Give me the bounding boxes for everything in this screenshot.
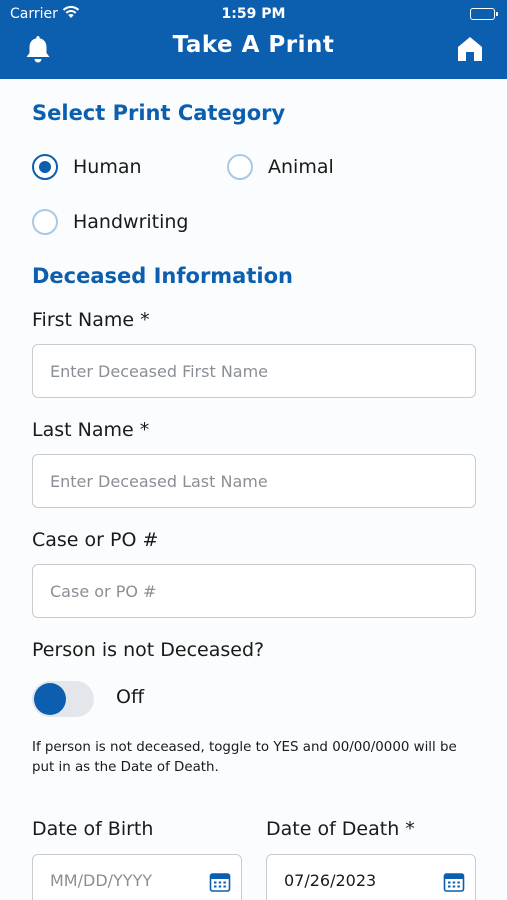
- toggle-knob: [34, 683, 66, 715]
- dob-placeholder: MM/DD/YYYY: [50, 871, 153, 890]
- radio-button-unchecked[interactable]: [32, 209, 58, 235]
- toggle-state-label: Off: [116, 686, 145, 708]
- dob-field[interactable]: MM/DD/YYYY: [32, 854, 242, 900]
- status-time: 1:59 PM: [221, 6, 286, 22]
- radio-button-checked[interactable]: [32, 154, 58, 180]
- home-icon[interactable]: [456, 35, 484, 63]
- deceased-section-title: Deceased Information: [32, 264, 293, 288]
- radio-handwriting[interactable]: Handwriting: [32, 209, 189, 235]
- category-section-title: Select Print Category: [32, 101, 286, 125]
- dod-field[interactable]: 07/26/2023: [266, 854, 476, 900]
- radio-human[interactable]: Human: [32, 154, 142, 180]
- not-deceased-label: Person is not Deceased?: [32, 639, 265, 661]
- not-deceased-toggle[interactable]: [32, 681, 94, 717]
- last-name-input[interactable]: [32, 454, 476, 508]
- dob-label: Date of Birth: [32, 818, 154, 840]
- last-name-label: Last Name *: [32, 419, 150, 441]
- dod-label: Date of Death *: [266, 818, 415, 840]
- radio-label-animal: Animal: [268, 156, 334, 178]
- page-title: Take A Print: [172, 32, 335, 58]
- radio-button-unchecked[interactable]: [227, 154, 253, 180]
- not-deceased-helper-text: If person is not deceased, toggle to YES…: [32, 740, 457, 775]
- battery-icon: [470, 8, 498, 20]
- form-content: Select Print Category Human Animal Handw…: [0, 79, 507, 900]
- radio-label-handwriting: Handwriting: [73, 211, 189, 233]
- case-po-input[interactable]: [32, 564, 476, 618]
- radio-animal[interactable]: Animal: [227, 154, 334, 180]
- first-name-label: First Name *: [32, 309, 150, 331]
- status-bar: Carrier 1:59 PM: [0, 0, 507, 28]
- top-bar: Carrier 1:59 PM Take A Print: [0, 0, 507, 79]
- case-po-label: Case or PO #: [32, 529, 159, 551]
- first-name-input[interactable]: [32, 344, 476, 398]
- dod-value: 07/26/2023: [284, 871, 377, 890]
- radio-label-human: Human: [73, 156, 142, 178]
- calendar-icon[interactable]: [443, 871, 465, 893]
- calendar-icon[interactable]: [209, 871, 231, 893]
